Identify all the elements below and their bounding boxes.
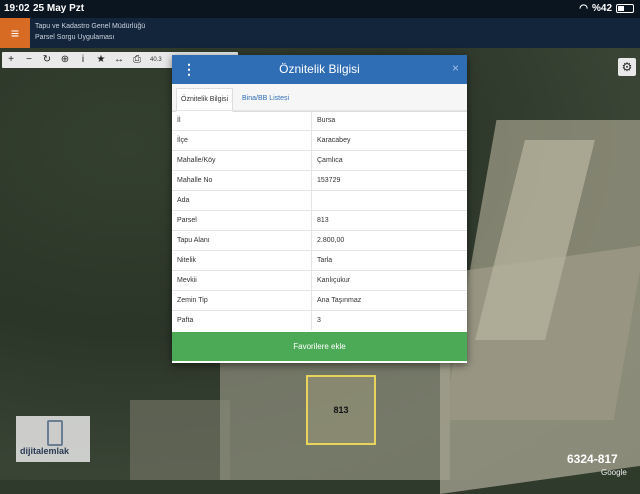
logo-mark-icon [47,420,63,446]
table-row: Pafta 3 [172,310,467,330]
table-row: Ada [172,190,467,211]
attribute-key: Nitelik [172,250,312,271]
table-row: Zemin Tip Ana Taşınmaz [172,290,467,311]
battery-icon [616,4,634,13]
attribute-key: Mahalle No [172,170,312,191]
table-row: İl Bursa [172,110,467,131]
attribute-key: Ada [172,190,312,211]
dialog-title: Öznitelik Bilgisi [279,62,360,76]
parcel-outline[interactable]: 813 [306,375,376,445]
attribute-table: İl Bursa İlçe Karacabey Mahalle/Köy Çamlıca Ma… [172,110,467,330]
attribute-key: Zemin Tip [172,290,312,311]
hamburger-menu-icon[interactable]: ≡ [0,18,30,48]
map-field [130,400,230,480]
parcel-label: 813 [333,405,349,415]
attribute-key: Tapu Alanı [172,230,312,251]
listing-code: 6324-817 [567,452,618,466]
info-icon[interactable]: i [74,52,92,68]
refresh-icon[interactable]: ↻ [38,52,56,68]
app-header: ≡ Tapu ve Kadastro Genel Müdürlüğü Parse… [0,18,640,48]
watermark-text: dijitalemlak [20,446,70,456]
table-row: Mahalle No 153729 [172,170,467,191]
battery-percent: %42 [591,3,612,14]
org-name: Tapu ve Kadastro Genel Müdürlüğü [35,23,146,30]
attribute-value: Ana Taşınmaz [311,290,467,311]
attribute-value: Kanlıçukur [311,270,467,291]
print-icon[interactable]: ⎙ [128,52,146,68]
table-row: Mahalle/Köy Çamlıca [172,150,467,171]
zoom-out-icon[interactable]: − [20,52,38,68]
app-name: Parsel Sorgu Uygulaması [35,34,115,41]
add-to-favorites-button[interactable]: Favorilere ekle [172,332,467,361]
coordinate-readout: 40.3 [150,57,162,63]
table-row: Mevkii Kanlıçukur [172,270,467,291]
tab-attributes[interactable]: Öznitelik Bilgisi [176,88,234,112]
star-icon[interactable]: ★ [92,52,110,68]
table-row: Tapu Alanı 2.800,00 [172,230,467,251]
settings-gear-icon[interactable]: ⚙ [618,58,636,76]
attribute-key: Pafta [172,310,312,330]
wifi-icon: ◠ [579,3,588,14]
attribute-key: Mahalle/Köy [172,150,312,171]
watermark-logo: dijitalemlak [16,416,90,462]
attribute-key: İl [172,110,312,131]
dialog-header: ⋮ Öznitelik Bilgisi × [172,55,467,84]
attribute-value: Tarla [311,250,467,271]
attribute-key: Mevkii [172,270,312,291]
attribute-value: Karacabey [311,130,467,151]
attribute-value [311,190,467,211]
zoom-in-icon[interactable]: + [2,52,20,68]
table-row: Parsel 813 [172,210,467,231]
attribute-value: Çamlıca [311,150,467,171]
attribute-key: İlçe [172,130,312,151]
attribute-value: 813 [311,210,467,231]
attribute-value: 2.800,00 [311,230,467,251]
status-time: 19:02 [4,3,30,14]
status-bar: 19:02 25 May Pzt ◠ %42 [0,0,640,18]
attribute-value: 3 [311,310,467,330]
measure-icon[interactable]: ↔ [110,52,128,68]
table-row: Nitelik Tarla [172,250,467,271]
attribute-key: Parsel [172,210,312,231]
attribute-dialog: ⋮ Öznitelik Bilgisi × Öznitelik Bilgisi … [172,55,467,363]
locate-icon[interactable]: ⊕ [56,52,74,68]
attribute-value: 153729 [311,170,467,191]
close-icon[interactable]: × [452,61,459,75]
attribute-value: Bursa [311,110,467,131]
status-date: 25 May Pzt [33,3,85,14]
dialog-tabs: Öznitelik Bilgisi Bina/BB Listesi [172,84,467,112]
map-attribution: Google [601,468,627,477]
tab-building-list[interactable]: Bina/BB Listesi [238,88,293,110]
table-row: İlçe Karacabey [172,130,467,151]
